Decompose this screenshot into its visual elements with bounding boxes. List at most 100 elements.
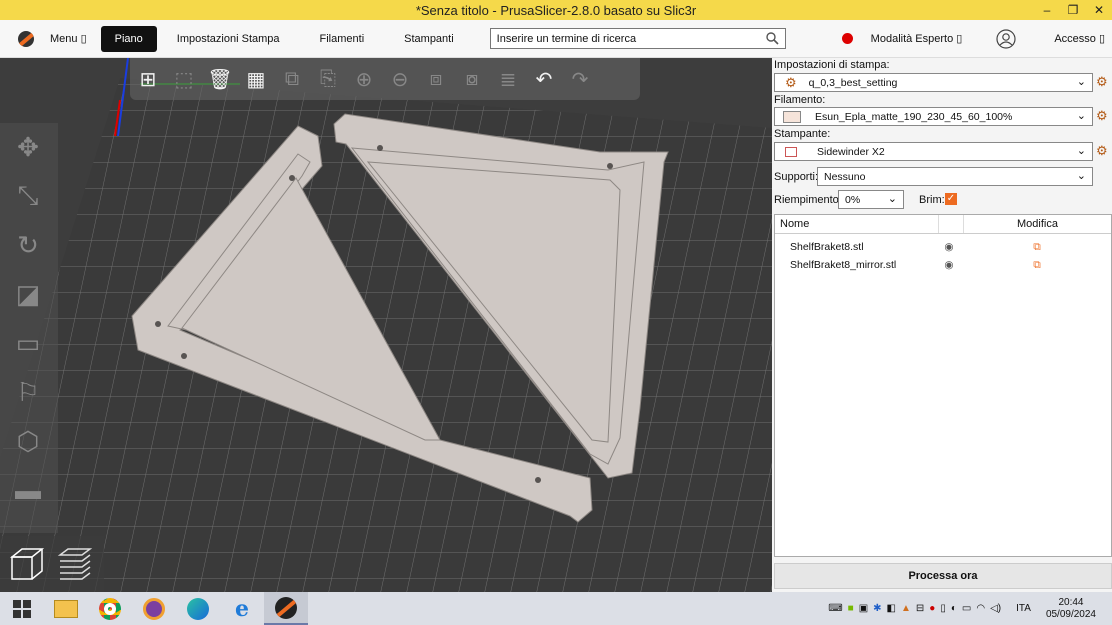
clock-date: 05/09/2024 <box>1045 608 1096 620</box>
view-toggle <box>0 536 104 592</box>
seam-paint-icon[interactable]: ⬡ <box>10 423 46 459</box>
printer-gear-icon[interactable]: ⚙ <box>1096 143 1108 159</box>
remove-instance-icon[interactable]: ⊖ <box>382 61 418 97</box>
supports-select[interactable]: Nessuno ⌄ <box>817 167 1093 186</box>
undo-icon[interactable]: ↶ <box>526 61 562 97</box>
bluetooth-icon[interactable]: ✱ <box>873 603 881 614</box>
print-settings-select[interactable]: ⚙ q_0,3_best_setting ⌄ <box>774 73 1093 92</box>
search-icon[interactable] <box>765 32 779 45</box>
tray-icon[interactable]: ▲ <box>901 603 911 614</box>
eye-icon[interactable]: ◉ <box>935 241 963 253</box>
language-indicator[interactable]: ITA <box>1016 603 1031 614</box>
menu-button[interactable]: Menu ▯ <box>36 26 101 52</box>
tab-piano[interactable]: Piano <box>100 25 157 52</box>
cut-icon[interactable]: ▭ <box>10 325 46 361</box>
browser-shield-icon[interactable] <box>132 592 176 625</box>
brim-checkbox[interactable]: ✓ <box>945 193 957 205</box>
account-avatar-icon[interactable] <box>996 28 1016 49</box>
print-settings-gear-icon[interactable]: ⚙ <box>1096 74 1108 90</box>
printer-value: Sidewinder X2 <box>817 145 885 158</box>
infill-select[interactable]: 0% ⌄ <box>838 190 904 209</box>
tray-icon[interactable]: ▣ <box>859 603 868 614</box>
login-label: Accesso <box>1054 33 1096 45</box>
windows-taskbar: e ⌨ ■ ▣ ✱ ◧ ▲ ⊟ ● ▯ ◐ ▭ ◠ ◁) ITA 20:44 0… <box>0 592 1112 625</box>
printer-select[interactable]: Sidewinder X2 ⌄ <box>774 142 1093 161</box>
mode-label: Modalità Esperto <box>870 33 954 45</box>
internet-explorer-icon[interactable]: e <box>220 592 264 625</box>
edit-icon[interactable]: ⧉ <box>963 259 1111 272</box>
tray-icon[interactable]: ◐ <box>951 603 957 614</box>
delete-icon[interactable]: ⬚ <box>166 61 202 97</box>
edit-icon[interactable]: ⧉ <box>963 241 1111 254</box>
3d-viewport[interactable]: ⊞ ⬚ 🗑 ▦ ⧉ ⎘ ⊕ ⊖ ⧈ ⧇ ≣ ↶ ↷ ✥ ⤡ ↻ ◪ ▭ ⚐ ⬡ … <box>0 58 772 592</box>
redo-icon[interactable]: ↷ <box>562 61 598 97</box>
layers-editing-icon[interactable]: ≣ <box>490 61 526 97</box>
nvidia-icon[interactable]: ■ <box>848 603 854 614</box>
minimize-button[interactable]: – <box>1034 0 1060 20</box>
mode-selector[interactable]: Modalità Esperto ▯ <box>871 32 963 45</box>
filament-gear-icon[interactable]: ⚙ <box>1096 108 1108 124</box>
expert-mode-icon <box>841 33 853 44</box>
scale-icon[interactable]: ⤡ <box>10 178 46 214</box>
eye-icon[interactable]: ◉ <box>935 259 963 271</box>
login-button[interactable]: Accesso ▯ <box>1054 32 1105 45</box>
3d-view-icon[interactable] <box>8 545 46 583</box>
keyboard-icon[interactable]: ⌨ <box>828 603 842 614</box>
tab-stampanti[interactable]: Stampanti <box>384 26 474 52</box>
printer-label: Stampante: <box>774 128 831 140</box>
filament-select[interactable]: Esun_Epla_matte_190_230_45_60_100% ⌄ <box>774 107 1093 126</box>
add-instance-icon[interactable]: ⊕ <box>346 61 382 97</box>
print-profile-icon: ⚙ <box>785 74 797 90</box>
supports-label: Supporti: <box>774 171 819 183</box>
list-item[interactable]: ShelfBraket8.stl ◉ ⧉ <box>775 238 1111 256</box>
filament-label: Filamento: <box>774 94 826 106</box>
volume-icon[interactable]: ◁) <box>990 603 1001 614</box>
print-settings-label: Impostazioni di stampa: <box>774 59 890 71</box>
prusaslicer-logo-icon <box>18 30 34 47</box>
tab-impostazioni-stampa[interactable]: Impostazioni Stampa <box>157 26 300 52</box>
system-tray: ⌨ ■ ▣ ✱ ◧ ▲ ⊟ ● ▯ ◐ ▭ ◠ ◁) ITA 20:44 05/… <box>828 592 1112 625</box>
copy-icon[interactable]: ⧉ <box>274 61 310 97</box>
brim-label: Brim: <box>919 194 945 206</box>
clock[interactable]: 20:44 05/09/2024 <box>1046 597 1096 621</box>
close-button[interactable]: ✕ <box>1086 0 1112 20</box>
column-edit[interactable]: Modifica <box>963 215 1111 233</box>
tab-filamenti[interactable]: Filamenti <box>300 26 385 52</box>
object-name: ShelfBraket8_mirror.stl <box>790 259 897 271</box>
tray-icon[interactable]: ◧ <box>887 603 896 614</box>
paste-icon[interactable]: ⎘ <box>310 61 346 97</box>
add-object-icon[interactable]: ⊞ <box>130 61 166 97</box>
column-name[interactable]: Nome <box>775 215 938 233</box>
settings-sidebar: Impostazioni di stampa: ⚙ q_0,3_best_set… <box>772 58 1112 592</box>
tray-icon[interactable]: ⊟ <box>916 603 924 614</box>
chevron-down-icon: ⌄ <box>1076 110 1086 122</box>
tray-icon[interactable]: ● <box>929 603 935 614</box>
arrange-icon[interactable]: ▦ <box>238 61 274 97</box>
chevron-down-icon: ⌄ <box>1076 76 1086 88</box>
column-visibility <box>938 215 963 233</box>
preview-icon[interactable] <box>56 545 94 583</box>
maximize-button[interactable]: ❐ <box>1060 0 1086 20</box>
battery-icon[interactable]: ▭ <box>962 603 971 614</box>
move-icon[interactable]: ✥ <box>10 129 46 165</box>
slice-now-button[interactable]: Processa ora <box>774 563 1112 589</box>
file-explorer-icon[interactable] <box>44 592 88 625</box>
split-objects-icon[interactable]: ⧈ <box>418 61 454 97</box>
rotate-icon[interactable]: ↻ <box>10 227 46 263</box>
split-parts-icon[interactable]: ⧇ <box>454 61 490 97</box>
place-on-face-icon[interactable]: ◪ <box>10 276 46 312</box>
tray-icon[interactable]: ▯ <box>940 603 946 614</box>
delete-all-icon[interactable]: 🗑 <box>202 61 238 97</box>
wifi-icon[interactable]: ◠ <box>976 603 985 614</box>
chrome-icon[interactable] <box>88 592 132 625</box>
object-list: Nome Modifica ShelfBraket8.stl ◉ ⧉ Shelf… <box>774 214 1112 557</box>
supports-paint-icon[interactable]: ⚐ <box>10 374 46 410</box>
list-item[interactable]: ShelfBraket8_mirror.stl ◉ ⧉ <box>775 256 1111 274</box>
search-input[interactable]: Inserire un termine di ricerca <box>489 28 786 49</box>
shelf-bracket-model[interactable] <box>0 58 772 592</box>
edge-icon[interactable] <box>176 592 220 625</box>
search-placeholder: Inserire un termine di ricerca <box>496 32 637 45</box>
prusaslicer-taskbar-icon[interactable] <box>264 592 308 625</box>
measure-icon[interactable]: ▬ <box>10 472 46 508</box>
windows-start-icon[interactable] <box>0 592 44 625</box>
